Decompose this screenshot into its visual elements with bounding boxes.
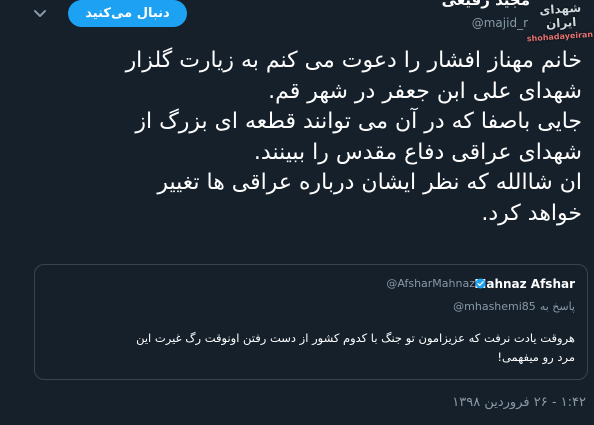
author-handle[interactable]: @majid_r	[472, 16, 528, 30]
tweet-line: جایی باصفا که در آن می توانند قطعه ای بز…	[135, 109, 582, 134]
reply-prefix: پاسخ به	[539, 300, 575, 313]
quoted-author-name: Mahnaz Afshar	[474, 277, 575, 291]
tweet-header: دنبال می‌کنید مجید رفیعی @majid_r شهدای …	[0, 0, 594, 44]
quoted-line: هروقت یادت نرفت که عزیزامون تو جنگ با کد…	[136, 331, 575, 345]
watermark-logo: شهدای ایران shohadayeiran	[527, 0, 594, 44]
reply-handle-link[interactable]: @mhashemi85	[453, 300, 536, 313]
tweet-line: شهدای عراقی دفاع مقدس را ببینند.	[253, 139, 582, 165]
watermark-text: شهدای ایران	[538, 0, 582, 32]
chevron-down-icon[interactable]	[30, 4, 50, 24]
quoted-author-handle: @AfsharMahnaz	[386, 277, 475, 290]
reply-to-line: پاسخ به @mhashemi85	[453, 300, 575, 313]
tweet-text: خانم مهناز افشار را دعوت می کنم به زیارت…	[20, 46, 582, 229]
tweet-line: شهدای علی ابن جعفر در شهر قم.	[268, 78, 582, 104]
quoted-tweet-text: هروقت یادت نرفت که عزیزامون تو جنگ با کد…	[47, 329, 575, 367]
watermark-subtext: shohadayeiran	[526, 29, 594, 44]
tweet-line: ان شاالله که نظر ایشان درباره عراقی ها ت…	[157, 170, 582, 195]
tweet-line: خواهد کرد.	[481, 200, 582, 226]
author-name[interactable]: مجید رفیعی	[442, 0, 530, 9]
verified-badge-icon	[475, 278, 486, 289]
tweet-timestamp[interactable]: ۱:۴۲ - ۲۶ فروردین ۱۳۹۸	[452, 395, 586, 410]
quoted-tweet[interactable]: Mahnaz Afshar @AfsharMahnaz پاسخ به @mha…	[34, 264, 588, 380]
following-button[interactable]: دنبال می‌کنید	[68, 0, 187, 27]
quoted-line: مرد رو میفهمی!	[497, 350, 575, 364]
tweet-line: خانم مهناز افشار را دعوت می کنم به زیارت…	[125, 48, 582, 73]
